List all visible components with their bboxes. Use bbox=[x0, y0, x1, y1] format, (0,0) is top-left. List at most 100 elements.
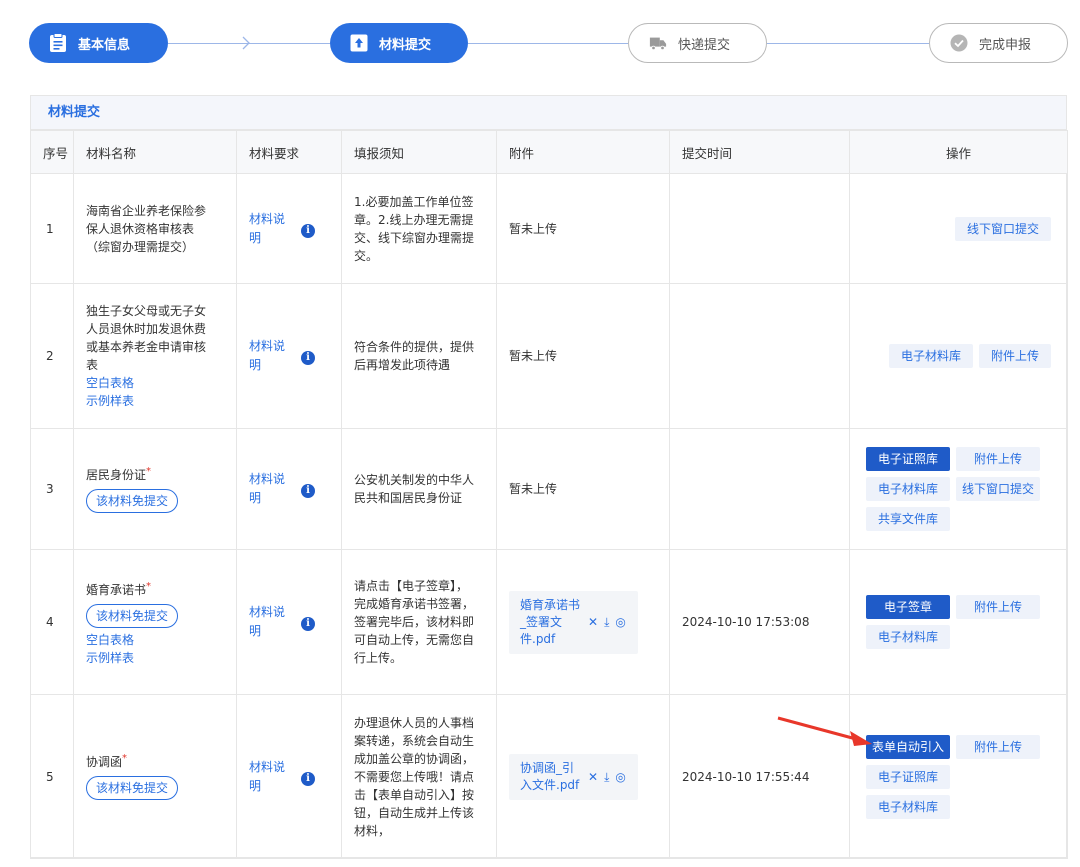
preview-eye-icon[interactable]: ◎ bbox=[615, 768, 625, 786]
time-cell bbox=[669, 283, 850, 429]
material-name-cell: 婚育承诺书* 该材料免提交 空白表格 示例样表 bbox=[73, 549, 237, 695]
shared-file-library-button[interactable]: 共享文件库 bbox=[866, 507, 950, 531]
e-signature-button[interactable]: 电子签章 bbox=[866, 595, 950, 619]
notice-cell: 请点击【电子签章】，完成婚育承诺书签署，签署完毕后，该材料即可自动上传，无需您自… bbox=[341, 549, 497, 695]
attachment-cell: 协调函_引入文件.pdf ✕ ⤓ ◎ bbox=[496, 694, 670, 859]
sample-form-link[interactable]: 示例样表 bbox=[86, 392, 236, 410]
material-name: 居民身份证 bbox=[86, 467, 147, 482]
blank-form-link[interactable]: 空白表格 bbox=[86, 374, 236, 392]
requirement-cell: 材料说明 i bbox=[236, 694, 342, 859]
attachment-upload-button[interactable]: 附件上传 bbox=[978, 344, 1051, 368]
material-name-cell: 独生子女父母或无子女人员退休时加发退休费或基本养老金申请审核表 空白表格 示例样… bbox=[73, 283, 237, 429]
material-name: 独生子女父母或无子女人员退休时加发退休费或基本养老金申请审核表 bbox=[86, 304, 207, 372]
info-icon[interactable]: i bbox=[301, 617, 315, 631]
col-header: 材料要求 bbox=[236, 130, 342, 174]
requirement-cell: 材料说明 i bbox=[236, 428, 342, 550]
attachment-cell: 婚育承诺书_签署文件.pdf ✕ ⤓ ◎ bbox=[496, 549, 670, 695]
row-index: 2 bbox=[30, 283, 74, 429]
material-desc-link[interactable]: 材料说明 bbox=[249, 337, 295, 375]
ops-cell: 电子证照库 附件上传 电子材料库 线下窗口提交 共享文件库 bbox=[849, 428, 1068, 550]
table-header-row: 序号 材料名称 材料要求 填报须知 附件 提交时间 操作 bbox=[30, 130, 1068, 174]
e-license-library-button[interactable]: 电子证照库 bbox=[866, 764, 950, 789]
requirement-cell: 材料说明 i bbox=[236, 549, 342, 695]
e-material-library-button[interactable]: 电子材料库 bbox=[888, 344, 973, 368]
notice-cell: 1.必要加盖工作单位签章。2.线上办理无需提交、线下综窗办理需提交。 bbox=[341, 173, 497, 284]
step-label: 材料提交 bbox=[379, 37, 432, 53]
attachment-filename[interactable]: 婚育承诺书_签署文件.pdf bbox=[520, 597, 582, 648]
required-mark: * bbox=[146, 465, 152, 477]
form-auto-import-button[interactable]: 表单自动引入 bbox=[866, 734, 950, 759]
attachment-filename[interactable]: 协调函_引入文件.pdf bbox=[520, 760, 582, 794]
notice-text: 办理退休人员的人事档案转递，系统会自动生成加盖公章的协调函，不需要您上传哦！请点… bbox=[354, 715, 475, 838]
exempt-tag: 该材料免提交 bbox=[86, 488, 179, 513]
step-express-submit[interactable]: 快递提交 bbox=[628, 23, 767, 63]
col-header: 材料名称 bbox=[73, 130, 237, 174]
e-material-library-button[interactable]: 电子材料库 bbox=[866, 625, 950, 649]
upload-icon bbox=[350, 33, 368, 53]
notice-text: 请点击【电子签章】，完成婚育承诺书签署，签署完毕后，该材料即可自动上传，无需您自… bbox=[354, 579, 475, 665]
ops-cell: 电子材料库 附件上传 bbox=[849, 283, 1068, 429]
step-material-submit[interactable]: 材料提交 bbox=[330, 23, 468, 63]
notice-cell: 公安机关制发的中华人民共和国居民身份证 bbox=[341, 428, 497, 550]
chevron-right-icon bbox=[242, 36, 250, 50]
sample-form-link[interactable]: 示例样表 bbox=[86, 649, 236, 667]
table-row: 1 海南省企业养老保险参保人退休资格审核表（综窗办理需提交） 材料说明 i 1.必… bbox=[30, 173, 1068, 284]
col-header: 序号 bbox=[30, 130, 74, 174]
step-complete[interactable]: 完成申报 bbox=[929, 23, 1068, 63]
offline-window-button[interactable]: 线下窗口提交 bbox=[956, 477, 1040, 501]
download-icon[interactable]: ⤓ bbox=[604, 613, 609, 631]
truck-icon bbox=[649, 33, 667, 53]
step-label: 快递提交 bbox=[678, 37, 731, 53]
notice-text: 1.必要加盖工作单位签章。2.线上办理无需提交、线下综窗办理需提交。 bbox=[354, 194, 475, 263]
col-header: 提交时间 bbox=[669, 130, 850, 174]
time-cell bbox=[669, 173, 850, 284]
e-license-library-button[interactable]: 电子证照库 bbox=[866, 447, 950, 471]
col-header: 填报须知 bbox=[341, 130, 497, 174]
table-row: 4 婚育承诺书* 该材料免提交 空白表格 示例样表 材料说明 i 请点击【电子签章… bbox=[30, 549, 1068, 695]
row-index: 5 bbox=[30, 694, 74, 859]
download-icon[interactable]: ⤓ bbox=[604, 768, 609, 786]
material-name: 海南省企业养老保险参保人退休资格审核表（综窗办理需提交） bbox=[86, 203, 207, 254]
material-desc-link[interactable]: 材料说明 bbox=[249, 470, 295, 508]
delete-icon[interactable]: ✕ bbox=[588, 613, 598, 631]
ops-cell: 线下窗口提交 bbox=[849, 173, 1068, 284]
col-header: 附件 bbox=[496, 130, 670, 174]
attachment-file: 协调函_引入文件.pdf ✕ ⤓ ◎ bbox=[509, 753, 638, 800]
attachment-status: 暂未上传 bbox=[509, 221, 558, 236]
offline-window-button[interactable]: 线下窗口提交 bbox=[954, 216, 1051, 241]
table-row: 2 独生子女父母或无子女人员退休时加发退休费或基本养老金申请审核表 空白表格 示… bbox=[30, 283, 1068, 429]
info-icon[interactable]: i bbox=[301, 351, 315, 365]
attachment-upload-button[interactable]: 附件上传 bbox=[956, 595, 1040, 619]
attachment-upload-button[interactable]: 附件上传 bbox=[956, 447, 1040, 471]
annotation-arrow-icon bbox=[777, 716, 872, 746]
info-icon[interactable]: i bbox=[301, 771, 315, 786]
exempt-tag: 该材料免提交 bbox=[86, 603, 179, 628]
material-name: 协调函 bbox=[86, 755, 123, 769]
ops-cell: 表单自动引入 附件上传 电子证照库 电子材料库 bbox=[849, 694, 1068, 859]
info-icon[interactable]: i bbox=[301, 484, 315, 498]
attachment-upload-button[interactable]: 附件上传 bbox=[956, 734, 1040, 759]
material-desc-link[interactable]: 材料说明 bbox=[249, 210, 295, 248]
notice-text: 符合条件的提供，提供后再增发此项待遇 bbox=[354, 340, 475, 372]
materials-table: 序号 材料名称 材料要求 填报须知 附件 提交时间 操作 1 海南省企业养老保险… bbox=[30, 130, 1068, 859]
attachment-status: 暂未上传 bbox=[509, 349, 558, 363]
notice-cell: 办理退休人员的人事档案转递，系统会自动生成加盖公章的协调函，不需要您上传哦！请点… bbox=[341, 694, 497, 859]
step-basic-info[interactable]: 基本信息 bbox=[29, 23, 168, 63]
step-connector bbox=[767, 43, 929, 44]
e-material-library-button[interactable]: 电子材料库 bbox=[866, 477, 950, 501]
time-cell bbox=[669, 428, 850, 550]
attachment-cell: 暂未上传 bbox=[496, 428, 670, 550]
info-icon[interactable]: i bbox=[301, 223, 315, 238]
material-desc-link[interactable]: 材料说明 bbox=[249, 603, 295, 641]
material-name-cell: 海南省企业养老保险参保人退休资格审核表（综窗办理需提交） bbox=[73, 173, 237, 284]
delete-icon[interactable]: ✕ bbox=[588, 768, 598, 786]
preview-eye-icon[interactable]: ◎ bbox=[615, 613, 625, 631]
row-index: 4 bbox=[30, 549, 74, 695]
check-circle-icon bbox=[950, 33, 968, 53]
blank-form-link[interactable]: 空白表格 bbox=[86, 631, 236, 649]
material-desc-link[interactable]: 材料说明 bbox=[249, 758, 295, 796]
required-mark: * bbox=[146, 580, 152, 592]
row-index: 1 bbox=[30, 173, 74, 284]
e-material-library-button[interactable]: 电子材料库 bbox=[866, 794, 950, 819]
table-row: 3 居民身份证* 该材料免提交 材料说明 i 公安机关制发的中华人民共和国居民身份… bbox=[30, 428, 1068, 550]
